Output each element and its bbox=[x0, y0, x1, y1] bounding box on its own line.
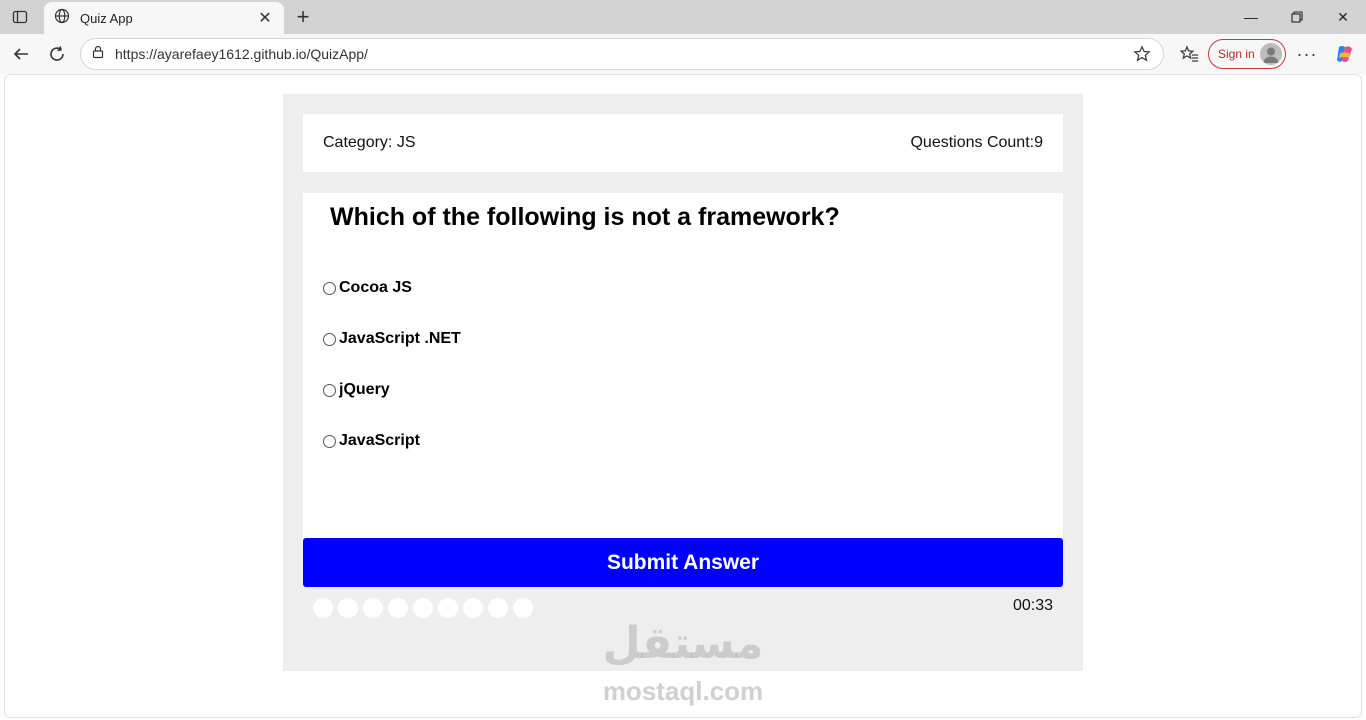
favorites-icon[interactable] bbox=[1174, 39, 1204, 69]
answer-radio[interactable] bbox=[323, 332, 336, 346]
minimize-icon[interactable]: — bbox=[1228, 0, 1274, 34]
sidebar-toggle-icon[interactable] bbox=[6, 4, 34, 30]
progress-bullet bbox=[388, 598, 408, 618]
quiz-area: Which of the following is not a framewor… bbox=[303, 193, 1063, 538]
question-title: Which of the following is not a framewor… bbox=[330, 203, 840, 231]
answer-label[interactable]: Cocoa JS bbox=[339, 279, 412, 297]
watermark-text: mostaql.com bbox=[602, 676, 764, 706]
avatar bbox=[1260, 43, 1282, 65]
answer-option[interactable]: JavaScript .NET bbox=[323, 328, 461, 350]
answer-label[interactable]: JavaScript bbox=[339, 432, 420, 450]
star-icon[interactable] bbox=[1127, 40, 1157, 68]
browser-tab[interactable]: Quiz App ✕ bbox=[44, 2, 284, 34]
copilot-icon[interactable] bbox=[1330, 39, 1360, 69]
progress-bullet bbox=[463, 598, 483, 618]
questions-count: Questions Count:9 bbox=[910, 134, 1043, 151]
address-bar[interactable]: https://ayarefaey1612.github.io/QuizApp/ bbox=[80, 38, 1164, 70]
progress-bullets bbox=[313, 598, 533, 618]
quiz-app: Category: JS Questions Count:9 Which of … bbox=[283, 94, 1083, 671]
answer-option[interactable]: JavaScript bbox=[323, 430, 420, 452]
browser-toolbar: https://ayarefaey1612.github.io/QuizApp/… bbox=[0, 34, 1366, 74]
restore-icon[interactable] bbox=[1274, 0, 1320, 34]
sign-in-label: Sign in bbox=[1218, 47, 1255, 61]
answer-radio[interactable] bbox=[323, 434, 336, 448]
lock-icon[interactable] bbox=[91, 45, 105, 64]
answer-option[interactable]: jQuery bbox=[323, 379, 390, 401]
answer-label[interactable]: JavaScript .NET bbox=[339, 330, 461, 348]
quiz-info: Category: JS Questions Count:9 bbox=[303, 114, 1063, 172]
plus-icon[interactable]: + bbox=[290, 4, 316, 30]
progress-bullet bbox=[338, 598, 358, 618]
more-icon[interactable]: ··· bbox=[1292, 39, 1322, 69]
answer-radio[interactable] bbox=[323, 383, 336, 397]
progress-bullet bbox=[313, 598, 333, 618]
tab-bar: Quiz App ✕ + — ✕ bbox=[0, 0, 1366, 34]
answer-radio[interactable] bbox=[323, 281, 336, 295]
url-text[interactable]: https://ayarefaey1612.github.io/QuizApp/ bbox=[115, 46, 1127, 62]
back-icon[interactable] bbox=[6, 39, 36, 69]
close-icon[interactable]: ✕ bbox=[256, 8, 274, 28]
globe-icon bbox=[54, 8, 70, 29]
progress-bullet bbox=[413, 598, 433, 618]
progress-bullet bbox=[363, 598, 383, 618]
progress-bullet bbox=[438, 598, 458, 618]
tab-title: Quiz App bbox=[80, 10, 133, 26]
sign-in-button[interactable]: Sign in bbox=[1208, 39, 1286, 69]
submit-answer-button[interactable]: Submit Answer bbox=[303, 538, 1063, 587]
countdown-timer: 00:33 bbox=[1012, 597, 1053, 614]
answer-label[interactable]: jQuery bbox=[339, 381, 390, 399]
progress-bullet bbox=[488, 598, 508, 618]
answer-option[interactable]: Cocoa JS bbox=[323, 277, 412, 299]
progress-bullet bbox=[513, 598, 533, 618]
window-close-icon[interactable]: ✕ bbox=[1320, 0, 1366, 34]
category-label: Category: JS bbox=[323, 134, 416, 151]
watermark-logo: مستقل bbox=[602, 618, 764, 669]
reload-icon[interactable] bbox=[42, 39, 72, 69]
